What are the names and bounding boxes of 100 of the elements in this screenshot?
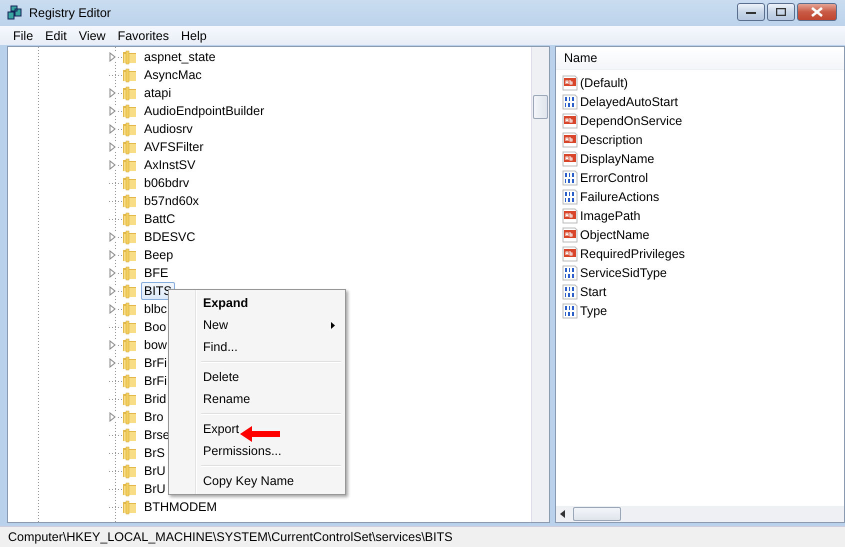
expand-triangle-icon[interactable]: [109, 268, 116, 278]
expand-triangle-icon[interactable]: [109, 106, 116, 116]
tree-item[interactable]: BrU: [141, 480, 169, 498]
menu-item[interactable]: Help: [174, 28, 213, 42]
expand-triangle-icon[interactable]: [109, 358, 116, 368]
context-menu-item[interactable]: Delete: [171, 366, 343, 388]
context-menu-item[interactable]: Find...: [171, 336, 343, 358]
value-name[interactable]: ObjectName: [580, 228, 650, 242]
expand-triangle-icon[interactable]: [109, 304, 116, 314]
tree-item[interactable]: Bro: [141, 408, 166, 426]
folder-icon: [122, 175, 138, 191]
value-name[interactable]: (Default): [580, 76, 628, 90]
folder-icon: [122, 427, 138, 443]
binary-value-icon: [562, 264, 578, 280]
text-value-icon: [562, 112, 578, 128]
text-value-icon: [562, 208, 578, 224]
text-value-icon: [562, 132, 578, 148]
expand-triangle-icon[interactable]: [109, 52, 116, 62]
tree-item[interactable]: blbc: [141, 300, 170, 318]
value-name[interactable]: ImagePath: [580, 208, 640, 222]
menu-item[interactable]: File: [7, 28, 40, 42]
tree-item[interactable]: BattC: [141, 210, 178, 228]
tree-item[interactable]: Brse: [141, 426, 173, 444]
tree-item[interactable]: Audiosrv: [141, 120, 196, 138]
folder-icon: [122, 319, 138, 335]
expand-triangle-icon[interactable]: [109, 340, 116, 350]
tree-item[interactable]: AxInstSV: [141, 156, 198, 174]
binary-value-icon: [562, 170, 578, 186]
tree-item[interactable]: BrU: [141, 462, 169, 480]
tree-item[interactable]: BrFi: [141, 354, 170, 372]
folder-icon: [122, 265, 138, 281]
context-menu-item[interactable]: Export: [171, 418, 343, 440]
expand-triangle-icon[interactable]: [109, 88, 116, 98]
tree-item[interactable]: Boo: [141, 318, 170, 336]
folder-icon: [122, 481, 138, 497]
tree-item[interactable]: bow: [141, 336, 170, 354]
tree-item[interactable]: AudioEndpointBuilder: [141, 102, 268, 120]
value-name[interactable]: Type: [580, 304, 608, 318]
expand-triangle-icon[interactable]: [109, 160, 116, 170]
expand-triangle-icon[interactable]: [109, 142, 116, 152]
folder-icon: [122, 193, 138, 209]
value-name[interactable]: DelayedAutoStart: [580, 94, 678, 108]
tree-item[interactable]: BrFi: [141, 372, 170, 390]
folder-icon: [122, 463, 138, 479]
binary-value-icon: [562, 302, 578, 318]
value-name[interactable]: Start: [580, 284, 606, 298]
binary-value-icon: [562, 284, 578, 300]
vertical-scrollbar[interactable]: [531, 47, 549, 522]
folder-icon: [122, 337, 138, 353]
folder-icon: [122, 139, 138, 155]
context-menu-item[interactable]: Permissions...: [171, 440, 343, 462]
horizontal-scrollbar[interactable]: [556, 506, 844, 522]
folder-icon: [122, 409, 138, 425]
expand-triangle-icon[interactable]: [109, 250, 116, 260]
tree-item[interactable]: AsyncMac: [141, 66, 205, 84]
expand-triangle-icon[interactable]: [109, 124, 116, 134]
text-value-icon: [562, 150, 578, 166]
context-menu-item[interactable]: New: [171, 314, 343, 336]
tree-item[interactable]: BTHMODEM: [141, 498, 220, 516]
expand-triangle-icon[interactable]: [109, 232, 116, 242]
value-name[interactable]: DisplayName: [580, 152, 654, 166]
menu-item[interactable]: View: [72, 28, 112, 42]
expand-triangle-icon[interactable]: [109, 286, 116, 296]
text-value-icon: [562, 226, 578, 242]
value-name[interactable]: FailureActions: [580, 190, 660, 204]
pointer-arrow: [240, 426, 280, 442]
tree-item[interactable]: aspnet_state: [141, 48, 219, 66]
folder-icon: [122, 283, 138, 299]
folder-icon: [122, 373, 138, 389]
key-path: Computer\HKEY_LOCAL_MACHINE\SYSTEM\CurrentControlSet\services\BITS: [8, 530, 453, 544]
registry-cubes-icon: [6, 4, 24, 22]
tree-item[interactable]: AVFSFilter: [141, 138, 206, 156]
text-value-icon: [562, 74, 578, 90]
scroll-left-icon[interactable]: [560, 510, 565, 518]
context-menu-item[interactable]: Copy Key Name: [171, 470, 343, 492]
tree-item[interactable]: b06bdrv: [141, 174, 192, 192]
expand-triangle-icon[interactable]: [109, 412, 116, 422]
menu-item[interactable]: Favorites: [112, 28, 175, 42]
maximize-icon: [776, 8, 786, 16]
context-menu-item[interactable]: Rename: [171, 388, 343, 410]
tree-item[interactable]: BDESVC: [141, 228, 198, 246]
tree-item[interactable]: Brid: [141, 390, 170, 408]
tree-item[interactable]: b57nd60x: [141, 192, 202, 210]
folder-icon: [122, 247, 138, 263]
value-name[interactable]: RequiredPrivileges: [580, 246, 685, 260]
close-button[interactable]: [797, 3, 837, 21]
tree-item[interactable]: Beep: [141, 246, 176, 264]
folder-icon: [122, 85, 138, 101]
value-name[interactable]: Description: [580, 132, 643, 146]
maximize-button[interactable]: [767, 3, 795, 21]
tree-item[interactable]: BFE: [141, 264, 172, 282]
menu-item[interactable]: Edit: [39, 28, 73, 42]
value-name[interactable]: ServiceSidType: [580, 266, 667, 280]
minimize-button[interactable]: [737, 3, 765, 21]
value-name[interactable]: ErrorControl: [580, 170, 648, 184]
folder-icon: [122, 121, 138, 137]
tree-item[interactable]: BrS: [141, 444, 168, 462]
value-name[interactable]: DependOnService: [580, 114, 682, 128]
tree-item[interactable]: atapi: [141, 84, 174, 102]
scroll-thumb[interactable]: [573, 507, 621, 521]
